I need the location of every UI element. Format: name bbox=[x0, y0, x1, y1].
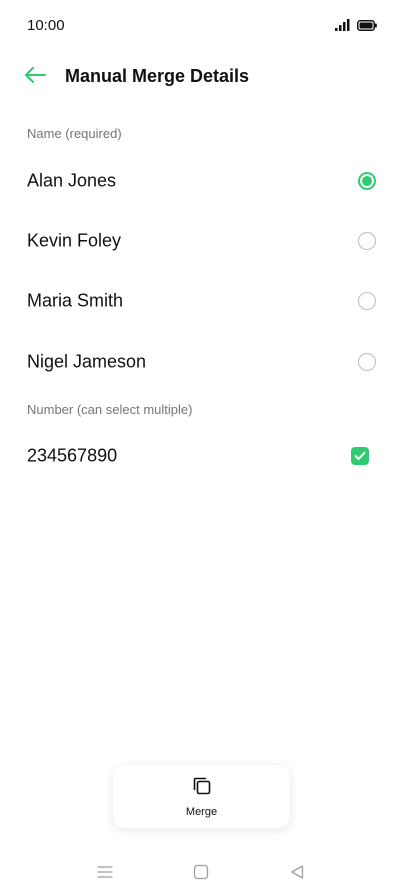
status-icons bbox=[335, 18, 377, 36]
back-triangle-icon bbox=[289, 864, 305, 885]
checkmark-icon bbox=[354, 451, 366, 460]
radio-button[interactable] bbox=[358, 292, 376, 310]
name-option-label: Nigel Jameson bbox=[27, 351, 147, 372]
radio-button[interactable] bbox=[358, 232, 376, 250]
navigation-bar bbox=[0, 852, 403, 896]
back-arrow-icon bbox=[24, 66, 46, 88]
name-option-label: Alan Jones bbox=[27, 170, 117, 191]
status-bar: 10:00 bbox=[0, 0, 403, 52]
name-section-header: Name (required) bbox=[27, 126, 122, 141]
merge-icon bbox=[192, 776, 212, 801]
name-option-label: Maria Smith bbox=[27, 290, 124, 311]
radio-button-selected[interactable] bbox=[358, 172, 376, 190]
back-button[interactable] bbox=[20, 62, 50, 92]
number-section-header: Number (can select multiple) bbox=[27, 402, 193, 417]
number-option-label: 234567890 bbox=[27, 445, 118, 466]
name-option-maria-smith[interactable]: Maria Smith bbox=[0, 271, 403, 331]
name-option-label: Kevin Foley bbox=[27, 230, 122, 251]
radio-button[interactable] bbox=[358, 353, 376, 371]
number-option[interactable]: 234567890 bbox=[0, 426, 403, 486]
name-option-nigel-jameson[interactable]: Nigel Jameson bbox=[0, 332, 403, 392]
signal-icon bbox=[335, 18, 351, 36]
name-option-alan-jones[interactable]: Alan Jones bbox=[0, 151, 403, 211]
menu-icon bbox=[97, 865, 113, 884]
home-square-icon bbox=[193, 864, 209, 885]
name-option-kevin-foley[interactable]: Kevin Foley bbox=[0, 211, 403, 271]
header: Manual Merge Details bbox=[0, 52, 403, 102]
status-time: 10:00 bbox=[27, 17, 65, 34]
menu-nav-button[interactable] bbox=[93, 862, 117, 886]
merge-label: Merge bbox=[185, 805, 218, 818]
battery-icon bbox=[357, 18, 377, 36]
merge-button[interactable]: Merge bbox=[113, 765, 290, 828]
checkbox-checked[interactable] bbox=[351, 447, 369, 465]
back-nav-button[interactable] bbox=[285, 862, 309, 886]
home-nav-button[interactable] bbox=[189, 862, 213, 886]
page-title: Manual Merge Details bbox=[65, 66, 250, 86]
